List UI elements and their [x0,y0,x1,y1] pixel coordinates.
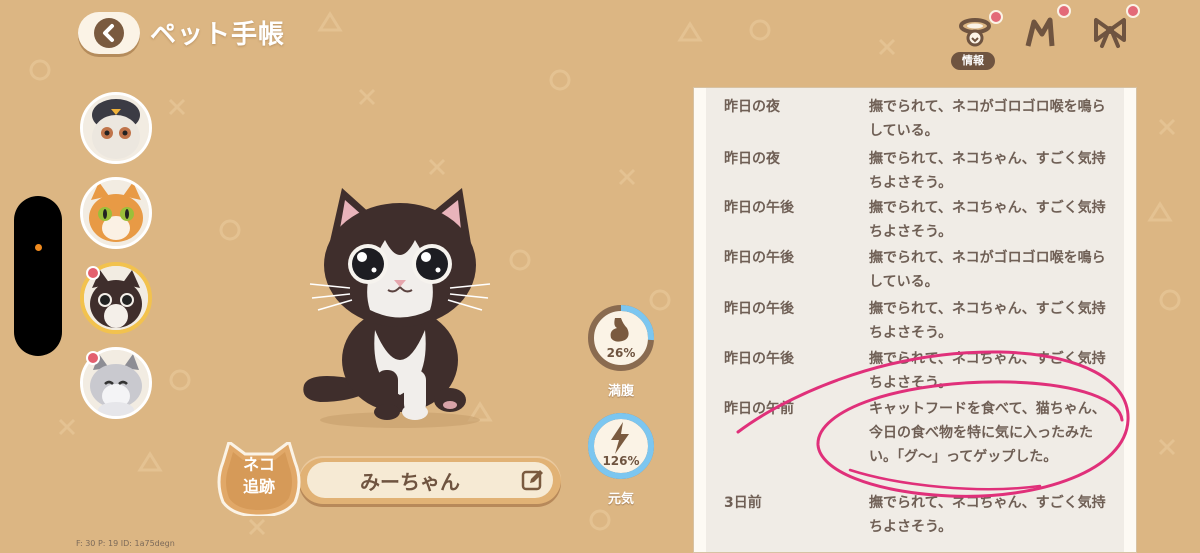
log-message: 撫でられて、ネコちゃん、すごく気持ちよさそう。 [869,495,1106,535]
pet-name: みーちゃん [360,469,460,494]
log-time: 昨日の午前 [724,401,794,417]
log-entry: 昨日の午後 撫でられて、ネコちゃん、すごく気持ちよさそう。 [706,292,1124,341]
activity-log-panel[interactable]: 昨日の夜 撫でられて、ネコがゴロゴロ喉を鳴らしている。 昨日の夜 撫でられて、ネ… [693,87,1137,553]
device-edge [14,196,62,356]
notification-dot [989,10,1003,24]
log-message: 撫でられて、ネコちゃん、すごく気持ちよさそう。 [869,151,1106,191]
notification-dot [86,351,100,365]
track-label-line2: 追跡 [242,477,275,496]
log-entry: 昨日の夜 撫でられて、ネコちゃん、すごく気持ちよさそう。 [706,142,1124,191]
tuxedo-cat-character[interactable] [290,180,510,430]
track-label-line1: ネコ [243,455,275,474]
fullness-label: 満腹 [607,384,634,399]
log-time: 3日前 [724,495,762,511]
notification-dot [1126,4,1140,18]
fullness-stat: 26% 満腹 [585,302,657,399]
fullness-value: 26% [606,346,636,360]
back-button[interactable] [78,12,140,54]
orange-tabby-cat-avatar [83,180,149,246]
energy-gauge [588,413,654,479]
log-time: 昨日の午後 [724,351,794,367]
pet-avatar-penguin-cat[interactable] [80,92,152,164]
tab-info-label[interactable]: 情報 [951,52,995,70]
log-time: 昨日の夜 [724,99,780,115]
log-time: 昨日の午後 [724,200,794,216]
cat-tracking-button[interactable]: ネコ 追跡 [215,439,303,518]
log-entry: 昨日の午前 キャットフードを食べて、猫ちゃん、今日の食べ物を特に気に入ったみたい… [706,392,1124,482]
indicator-light [35,244,42,251]
log-entry: 昨日の午後 撫でられて、ネコちゃん、すごく気持ちよさそう。 [706,191,1124,240]
pet-name-field[interactable]: みーちゃん [299,456,561,504]
energy-value: 126% [602,454,640,468]
fullness-gauge [588,305,654,371]
pet-avatar-orange-cat[interactable] [80,177,152,249]
cat-ears-icon[interactable] [1020,12,1060,52]
log-message: 撫でられて、ネコちゃん、すごく気持ちよさそう。 [869,301,1106,341]
page-title: ペット手帳 [150,20,286,50]
log-entry: 昨日の夜 撫でられて、ネコがゴロゴロ喉を鳴らしている。 [706,90,1124,139]
debug-info: F: 30 P: 19 ID: 1a75degn [76,539,175,548]
edit-pencil-icon[interactable] [521,468,545,492]
pet-name-plate: みーちゃん ネコ 追跡 [215,439,561,518]
energy-label: 元気 [607,492,634,507]
log-message: 撫でられて、ネコがゴロゴロ喉を鳴らしている。 [869,250,1106,290]
log-message: 撫でられて、ネコがゴロゴロ喉を鳴らしている。 [869,99,1106,139]
log-entry: 昨日の午後 撫でられて、ネコがゴロゴロ喉を鳴らしている。 [706,241,1124,290]
notification-dot [1057,4,1071,18]
log-message: キャットフードを食べて、猫ちゃん、今日の食べ物を特に気に入ったみたい。「グ〜」っ… [869,401,1106,465]
chevron-left-icon [94,18,124,48]
notification-dot [86,266,100,280]
activity-log-list: 昨日の夜 撫でられて、ネコがゴロゴロ喉を鳴らしている。 昨日の夜 撫でられて、ネ… [706,88,1124,552]
log-time: 昨日の夜 [724,151,780,167]
ribbon-bow-icon[interactable] [1090,12,1130,52]
log-time: 昨日の午後 [724,301,794,317]
energy-stat: 126% 元気 [585,410,657,507]
log-entry: 昨日の午後 撫でられて、ネコちゃん、すごく気持ちよさそう。 [706,342,1124,391]
log-message: 撫でられて、ネコちゃん、すごく気持ちよさそう。 [869,351,1106,391]
log-message: 撫でられて、ネコちゃん、すごく気持ちよさそう。 [869,200,1106,240]
log-time: 昨日の午後 [724,250,794,266]
penguin-costume-cat-avatar [83,95,149,161]
log-entry: 3日前 撫でられて、ネコちゃん、すごく気持ちよさそう。 [706,486,1124,535]
